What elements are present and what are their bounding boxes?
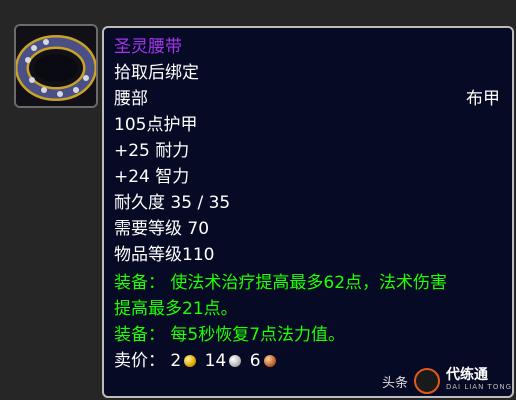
stat-intellect: +24 智力 [114,167,190,187]
watermark-source: 头条 [381,375,408,391]
equip-effect-2: 装备： 每5秒恢复7点法力值。 [114,325,346,345]
item-slot: 腰部 [114,89,148,109]
sell-copper-value: 6 [249,351,261,371]
armor-type: 布甲 [466,89,500,109]
page: 圣灵腰带 拾取后绑定 腰部 布甲 105点护甲 +25 耐力 +24 智力 耐久… [0,0,516,400]
watermark-brand-name: 代练通 [445,367,488,383]
copper-coin-icon [263,355,276,367]
brand-logo-icon [413,368,440,394]
bind-type: 拾取后绑定 [114,63,199,83]
watermark-brand-sub: DAI LIAN TONG [445,383,512,391]
belt-icon [16,26,96,106]
sell-price: 卖价： 2 14 6 [114,350,279,372]
equip-effect-1-cont: 提高最多21点。 [114,299,238,319]
gold-coin-icon [184,355,197,367]
item-icon-frame[interactable] [14,24,98,108]
required-level: 需要等级 70 [114,219,210,239]
item-level: 物品等级110 [114,245,215,265]
armor-value: 105点护甲 [114,115,198,135]
watermark-brand: 代练通 DAI LIAN TONG [445,367,512,393]
sell-silver-value: 14 [204,351,227,371]
equip-effect-1: 装备： 使法术治疗提高最多62点，法术伤害 [114,273,448,293]
sell-price-label: 卖价： [114,351,165,371]
durability: 耐久度 35 / 35 [114,193,231,213]
watermark: 头条 代练通 DAI LIAN TONG [382,366,512,396]
sell-gold-value: 2 [170,351,182,371]
silver-coin-icon [229,355,242,367]
stat-stamina: +25 耐力 [114,141,190,161]
item-tooltip: 圣灵腰带 拾取后绑定 腰部 布甲 105点护甲 +25 耐力 +24 智力 耐久… [102,26,514,398]
item-name: 圣灵腰带 [114,37,182,57]
